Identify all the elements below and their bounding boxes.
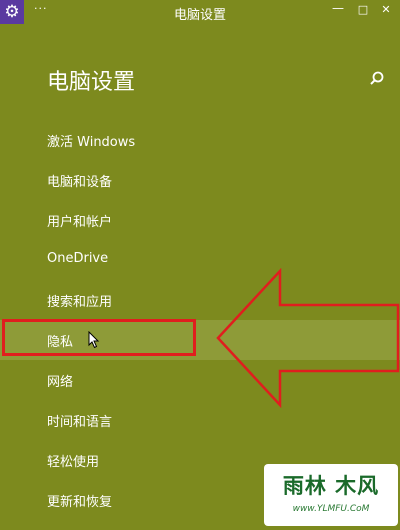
nav-item-label: 电脑和设备 (47, 175, 113, 190)
nav-item-label: 激活 Windows (47, 135, 136, 150)
page-title: 电脑设置 (47, 70, 136, 95)
red-arrow-icon (216, 268, 400, 408)
close-button[interactable]: ✕ (378, 3, 394, 16)
nav-item-label: OneDrive (47, 251, 109, 266)
nav-item-label: 轻松使用 (47, 455, 100, 470)
nav-item-label: 更新和恢复 (47, 495, 113, 510)
watermark-logo: 雨林 木风 www.YLMFU.CoM (264, 464, 398, 526)
title-bar: ⚙ ··· 电脑设置 — □ ✕ (0, 0, 400, 24)
nav-item-label: 用户和帐户 (47, 215, 113, 230)
watermark-url: www.YLMFU.CoM (292, 504, 370, 514)
maximize-button[interactable]: □ (355, 3, 371, 16)
minimize-button[interactable]: — (330, 1, 346, 15)
nav-item-label: 搜索和应用 (47, 295, 113, 310)
watermark-text: 雨林 木风 (282, 474, 380, 498)
nav-item-label: 网络 (47, 375, 74, 390)
nav-item-label: 时间和语言 (47, 415, 113, 430)
search-icon[interactable] (368, 70, 386, 88)
nav-item-activate-windows[interactable]: 激活 Windows (0, 120, 400, 160)
mouse-cursor-icon (88, 331, 100, 349)
nav-item-pc-and-devices[interactable]: 电脑和设备 (0, 160, 400, 200)
nav-item-accounts[interactable]: 用户和帐户 (0, 200, 400, 240)
